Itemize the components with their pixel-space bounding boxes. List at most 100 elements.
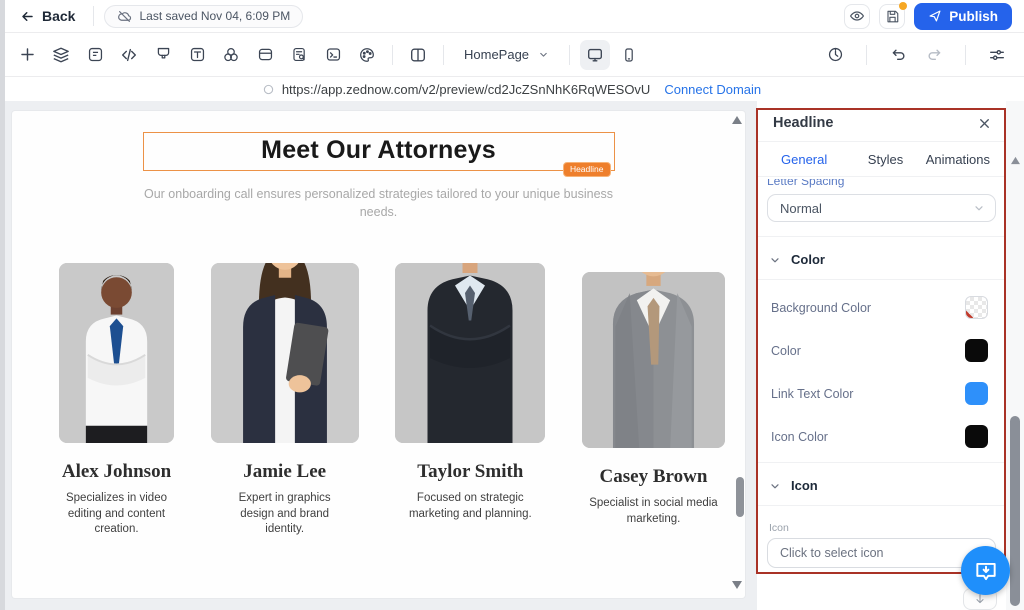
tab-animations[interactable]: Animations	[920, 152, 990, 167]
scroll-up-arrow[interactable]	[1010, 156, 1021, 165]
text-icon	[189, 46, 206, 63]
seo-button[interactable]	[284, 40, 314, 70]
attorney-name[interactable]: Alex Johnson	[59, 461, 174, 483]
sliders-icon	[988, 46, 1006, 64]
window-scrollbar-thumb[interactable]	[1010, 416, 1020, 606]
spacing-dropdown[interactable]: Normal	[767, 194, 996, 222]
canvas-scroll-up-arrow[interactable]	[731, 115, 743, 125]
history-button[interactable]	[820, 40, 850, 70]
attorney-description[interactable]: Expert in graphics design and brand iden…	[221, 491, 349, 538]
sections-button[interactable]	[250, 40, 280, 70]
icon-color-swatch[interactable]	[965, 425, 988, 448]
forms-button[interactable]	[80, 40, 110, 70]
attorney-name[interactable]: Taylor Smith	[395, 461, 545, 483]
unsaved-dot	[899, 2, 907, 10]
redo-button[interactable]	[919, 40, 949, 70]
attorney-card[interactable]: Taylor Smith Focused on strategic market…	[395, 263, 545, 538]
spacing-dropdown-value: Normal	[780, 201, 822, 216]
status-circle-icon	[263, 84, 274, 95]
settings-sliders-button[interactable]	[982, 40, 1012, 70]
divider	[93, 6, 94, 26]
attorney-card[interactable]: Alex Johnson Specializes in video editin…	[59, 263, 174, 538]
section-subtitle[interactable]: Our onboarding call ensures personalized…	[124, 185, 634, 221]
history-clock-icon	[827, 46, 844, 63]
color-section-header[interactable]: Color	[757, 236, 1006, 279]
attorney-description[interactable]: Specializes in video editing and content…	[59, 491, 174, 538]
mobile-view-button[interactable]	[614, 40, 644, 70]
background-color-label: Background Color	[771, 301, 871, 315]
attorney-name[interactable]: Jamie Lee	[211, 461, 359, 483]
console-button[interactable]	[318, 40, 348, 70]
attorney-photo[interactable]	[211, 263, 359, 443]
link-text-color-swatch[interactable]	[965, 382, 988, 405]
arrow-left-icon	[20, 9, 35, 24]
preview-button[interactable]	[844, 4, 870, 29]
layout-columns-button[interactable]	[403, 40, 433, 70]
code-button[interactable]	[114, 40, 144, 70]
attorneys-grid: Alex Johnson Specializes in video editin…	[59, 263, 725, 538]
desktop-view-button[interactable]	[580, 40, 610, 70]
back-button[interactable]: Back	[12, 8, 83, 24]
icon-color-label: Icon Color	[771, 430, 828, 444]
cloud-off-icon	[117, 9, 132, 24]
page-canvas[interactable]: Meet Our Attorneys Headline Our onboardi…	[12, 111, 745, 598]
page-selector-value: HomePage	[464, 47, 529, 62]
editor-toolbar: HomePage	[0, 33, 1024, 77]
canvas-scroll-down-arrow[interactable]	[731, 580, 743, 590]
columns-icon	[409, 46, 427, 64]
attorney-description[interactable]: Focused on strategic marketing and plann…	[408, 491, 532, 522]
window-edge	[0, 0, 5, 610]
palette-icon	[358, 46, 376, 64]
redo-icon	[926, 46, 943, 63]
clipped-setting-label: Letter Spacing	[767, 179, 1006, 189]
theme-button[interactable]	[352, 40, 382, 70]
selected-headline-element[interactable]: Meet Our Attorneys Headline	[143, 132, 615, 171]
divider	[443, 45, 444, 65]
chevron-down-icon	[769, 480, 781, 492]
connect-domain-link[interactable]: Connect Domain	[664, 82, 761, 97]
marker-icon	[155, 46, 172, 63]
icon-section-header[interactable]: Icon	[757, 462, 1006, 505]
text-color-swatch[interactable]	[965, 339, 988, 362]
chevron-down-icon	[538, 49, 549, 60]
divider	[392, 45, 393, 65]
eye-icon	[849, 8, 865, 24]
blend-button[interactable]	[216, 40, 246, 70]
headline-text[interactable]: Meet Our Attorneys	[144, 136, 614, 165]
properties-panel: Headline General Styles Animations Lette…	[757, 101, 1006, 610]
tab-styles[interactable]: Styles	[851, 152, 921, 167]
window-scrollbar[interactable]	[1006, 101, 1024, 610]
close-panel-button[interactable]	[977, 116, 992, 131]
attorney-photo[interactable]	[395, 263, 545, 443]
attorney-photo[interactable]	[582, 272, 725, 448]
layers-button[interactable]	[46, 40, 76, 70]
back-label: Back	[42, 8, 75, 24]
text-button[interactable]	[182, 40, 212, 70]
undo-button[interactable]	[883, 40, 913, 70]
attorney-description[interactable]: Specialist in social media marketing.	[588, 496, 718, 527]
last-saved-text: Last saved Nov 04, 6:09 PM	[139, 9, 290, 23]
last-saved-badge: Last saved Nov 04, 6:09 PM	[104, 5, 303, 28]
icon-field-label: Icon	[769, 522, 1006, 534]
publish-button[interactable]: Publish	[914, 3, 1012, 30]
send-icon	[928, 9, 942, 23]
add-element-button[interactable]	[12, 40, 42, 70]
style-brush-button[interactable]	[148, 40, 178, 70]
attorney-name[interactable]: Casey Brown	[582, 466, 725, 488]
file-search-icon	[291, 46, 308, 63]
icon-color-row: Icon Color	[757, 415, 1006, 458]
terminal-icon	[325, 46, 342, 63]
layers-icon	[52, 46, 70, 64]
save-button[interactable]	[879, 4, 905, 29]
tab-general[interactable]: General	[781, 152, 851, 167]
page-selector-dropdown[interactable]: HomePage	[454, 47, 559, 62]
chat-widget-button[interactable]	[961, 546, 1010, 595]
attorney-photo[interactable]	[59, 263, 174, 443]
attorney-card[interactable]: Casey Brown Specialist in social media m…	[582, 272, 725, 538]
link-text-color-label: Link Text Color	[771, 387, 853, 401]
preview-url[interactable]: https://app.zednow.com/v2/preview/cd2JcZ…	[282, 82, 651, 97]
background-color-swatch[interactable]	[965, 296, 988, 319]
attorney-card[interactable]: Jamie Lee Expert in graphics design and …	[211, 263, 359, 538]
icon-picker-placeholder: Click to select icon	[780, 546, 884, 560]
canvas-scrollbar-thumb[interactable]	[736, 477, 744, 517]
